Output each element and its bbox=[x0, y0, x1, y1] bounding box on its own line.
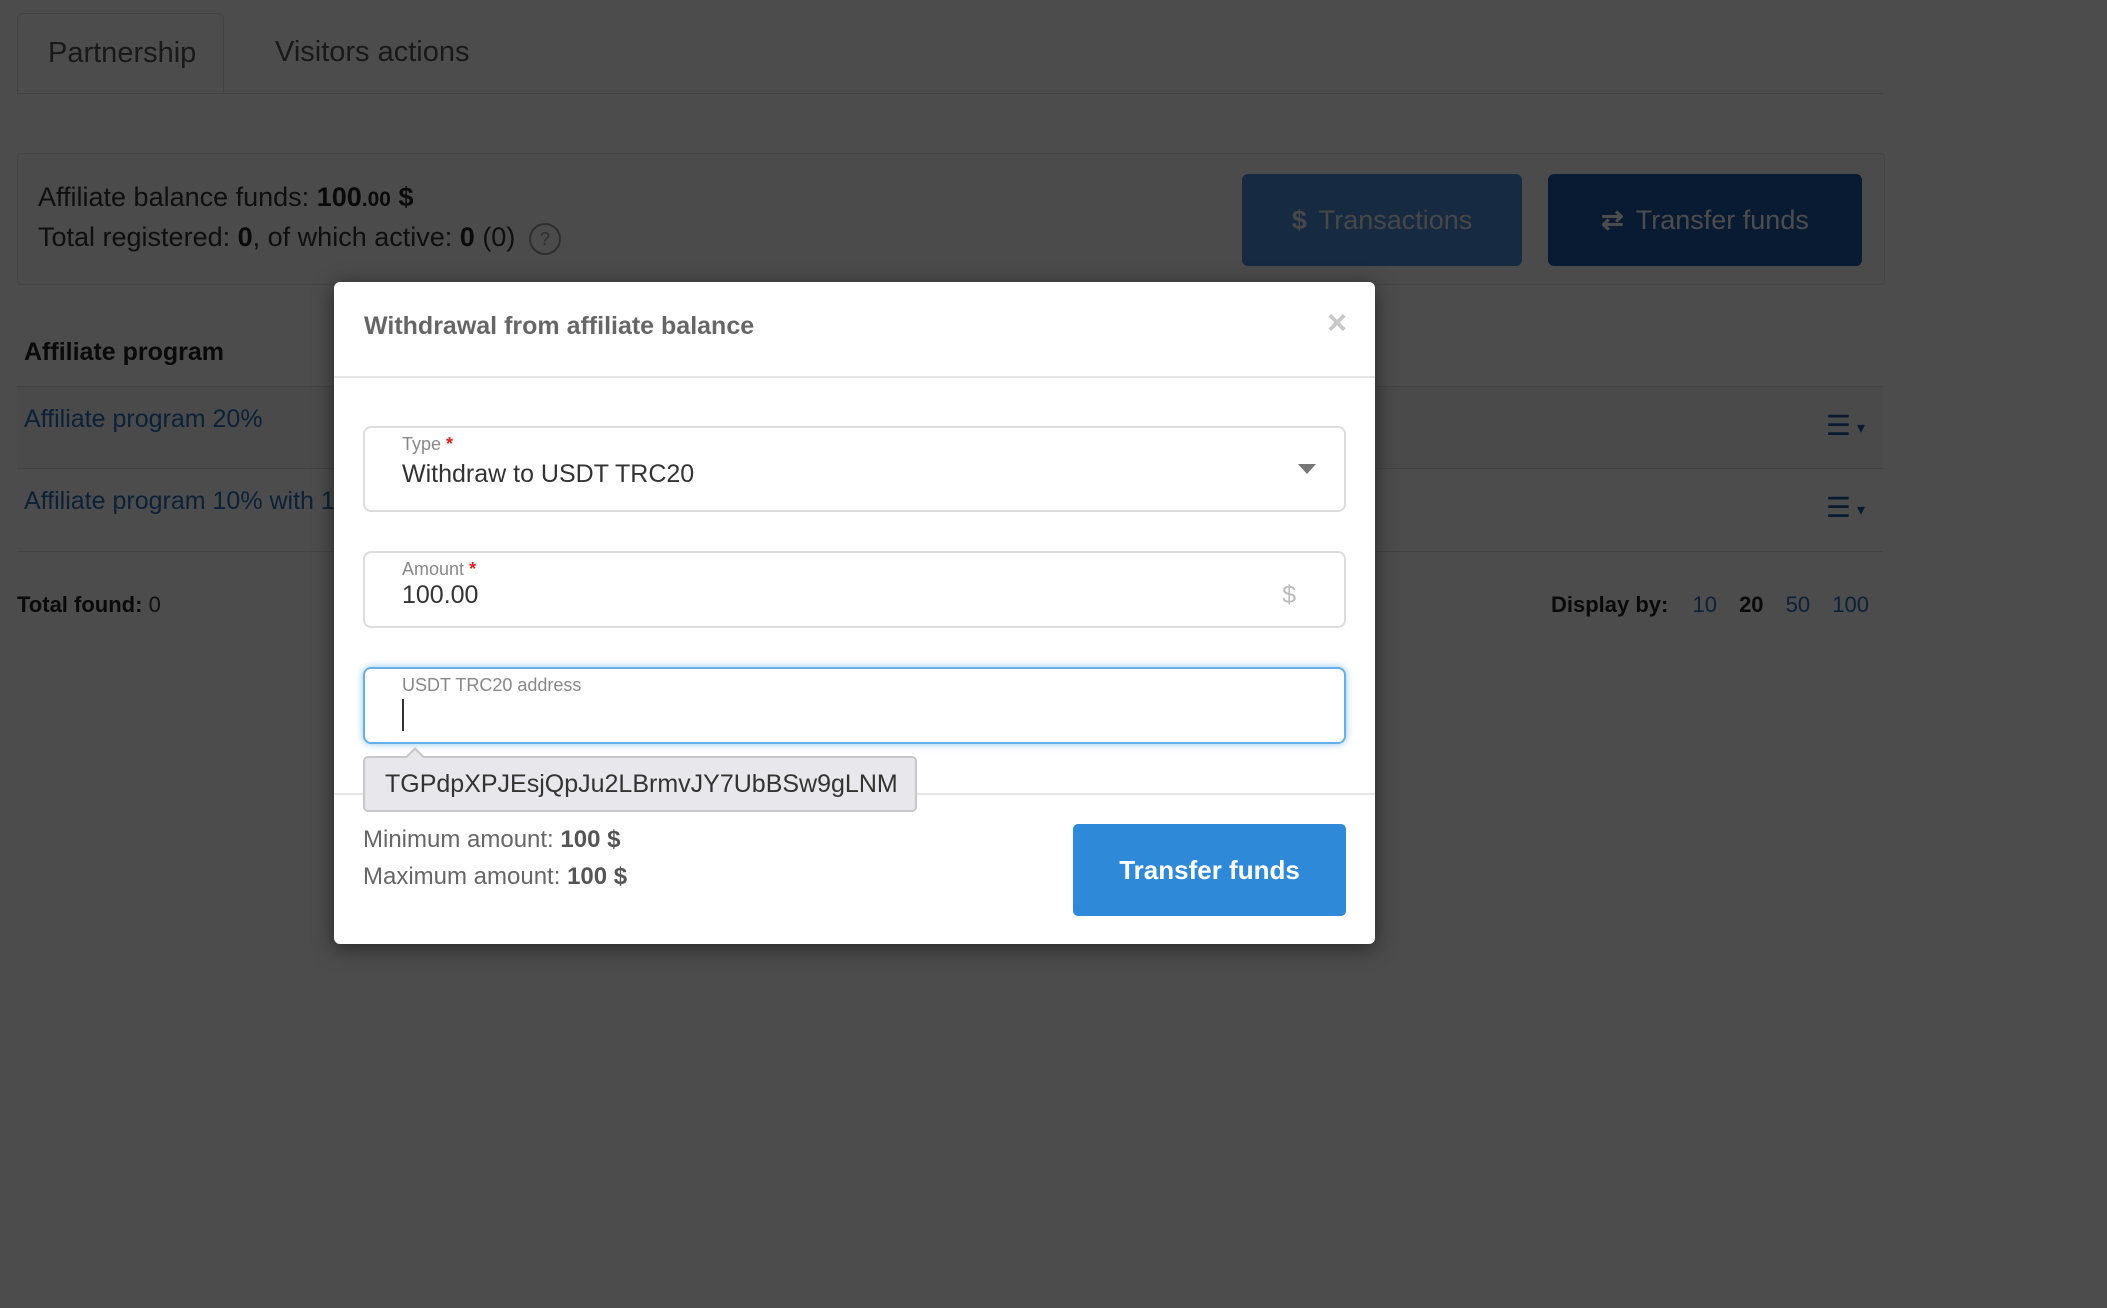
maximum-amount: Maximum amount: 100 $ bbox=[363, 863, 628, 890]
modal-header: Withdrawal from affiliate balance × bbox=[334, 282, 1375, 378]
usdt-address-input[interactable]: USDT TRC20 address bbox=[363, 667, 1346, 744]
submit-transfer-button[interactable]: Transfer funds bbox=[1073, 824, 1346, 916]
type-value: Withdraw to USDT TRC20 bbox=[402, 460, 695, 488]
amount-label: Amount * bbox=[402, 559, 477, 579]
withdrawal-modal: Withdrawal from affiliate balance × Type… bbox=[334, 282, 1375, 944]
address-label: USDT TRC20 address bbox=[402, 675, 582, 695]
chevron-down-icon bbox=[1298, 464, 1316, 474]
amount-value: 100.00 bbox=[402, 581, 479, 609]
autocomplete-suggestion[interactable]: TGPdpXPJEsjQpJu2LBrmvJY7UbBSw9gLNM bbox=[363, 747, 917, 812]
amount-input[interactable]: Amount * 100.00 $ bbox=[363, 551, 1346, 628]
close-icon[interactable]: × bbox=[1327, 306, 1347, 340]
dollar-icon: $ bbox=[1282, 581, 1296, 609]
type-label: Type * bbox=[402, 434, 454, 454]
modal-title: Withdrawal from affiliate balance bbox=[364, 312, 755, 340]
type-select[interactable]: Type * Withdraw to USDT TRC20 bbox=[363, 426, 1346, 512]
text-cursor bbox=[402, 699, 404, 731]
minimum-amount: Minimum amount: 100 $ bbox=[363, 826, 621, 853]
